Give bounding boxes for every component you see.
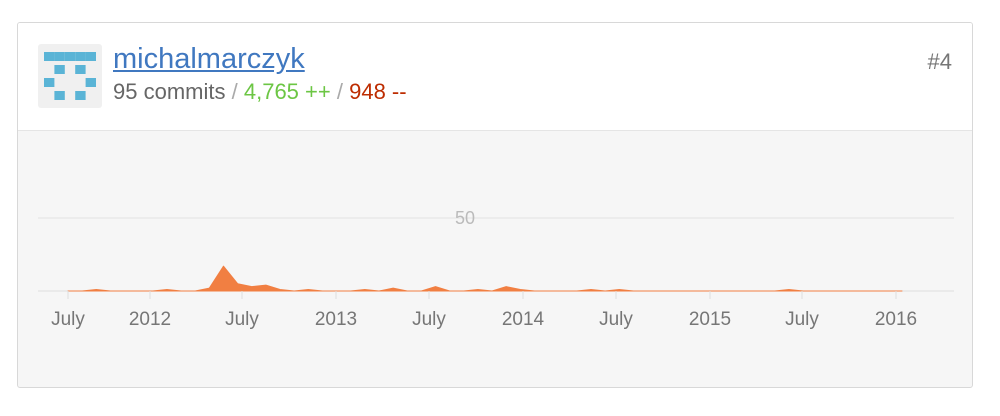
card-header: michalmarczyk 95 commits / 4,765 ++ / 94… [18,23,972,131]
commit-activity-chart: 50 July 2012 July 2013 July 2014 July 2015 July 20… [18,131,972,387]
commit-area-series [67,265,903,292]
username-link[interactable]: michalmarczyk [113,43,305,76]
x-tick-label: 2012 [129,309,171,330]
identicon-avatar-icon [44,52,96,100]
contributor-rank: #4 [927,49,952,74]
stats-separator: / [231,79,238,104]
x-tick-label: July [51,309,85,330]
stats-separator: / [336,79,343,104]
identicon-cell [75,91,86,100]
identicon-cell [44,78,55,87]
identicon-cell [54,52,65,61]
identicon-cell [54,91,65,100]
identicon-cell [44,52,55,61]
x-tick-label: 2014 [502,309,545,330]
identicon-cell [75,52,86,61]
commit-count: 95 commits [113,79,226,104]
deletions-count: 948 -- [349,79,407,104]
identicon-cell [85,78,96,87]
x-tick-label: July [785,309,819,330]
additions-count: 4,765 ++ [243,79,331,104]
contribution-stats: 95 commits / 4,765 ++ / 948 -- [113,79,407,105]
commit-activity-chart-svg: 50 July 2012 July 2013 July 2014 July 2015 July 20… [38,208,954,330]
x-tick-label: July [412,309,446,330]
y-tick-label-50: 50 [455,208,475,228]
identicon-cell [54,65,65,74]
contributor-card: michalmarczyk 95 commits / 4,765 ++ / 94… [17,22,973,388]
identicon-cell [75,65,86,74]
x-tick-label: 2013 [315,309,357,330]
x-tick-label: 2016 [875,309,917,330]
identicon-avatar[interactable] [38,44,102,108]
identicon-cell [64,52,76,61]
identicon-cell [85,52,96,61]
x-tick-label: July [225,309,259,330]
x-tick-label: July [599,309,633,330]
x-tick-label: 2015 [689,309,731,330]
